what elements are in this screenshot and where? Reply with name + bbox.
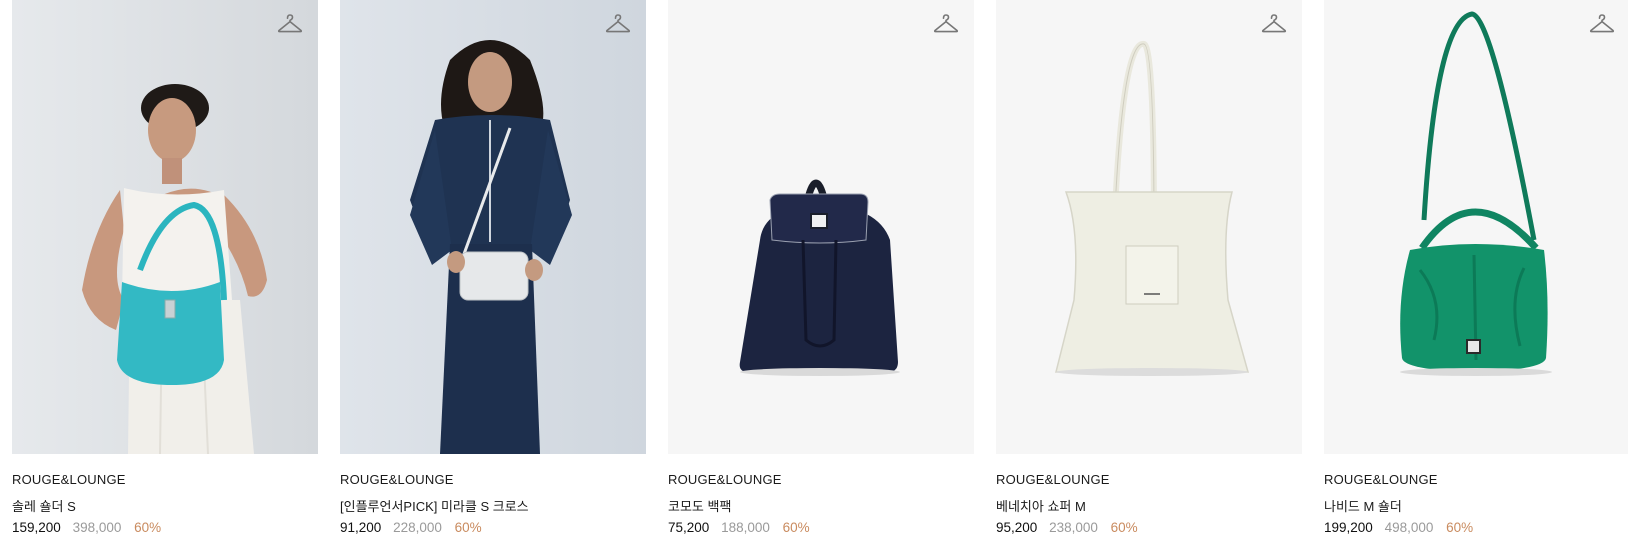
price-row: 159,200 398,000 60% <box>12 520 161 535</box>
price-row: 199,200 498,000 60% <box>1324 520 1473 535</box>
product-grid: ROUGE&LOUNGE 솔레 숄더 S 159,200 398,000 60% <box>0 0 1628 549</box>
product-image[interactable] <box>340 0 646 454</box>
product-card[interactable]: ROUGE&LOUNGE 코모도 백팩 75,200 188,000 60% <box>668 0 974 549</box>
navy-backpack-image <box>668 0 974 454</box>
product-image[interactable] <box>668 0 974 454</box>
product-name[interactable]: 솔레 숄더 S <box>12 496 76 515</box>
product-name[interactable]: 나비드 M 숄더 <box>1324 496 1402 515</box>
discount-rate: 60% <box>134 520 162 535</box>
model-gray-crossbody-image <box>340 0 646 454</box>
model-turquoise-bag-image <box>12 0 318 454</box>
product-brand[interactable]: ROUGE&LOUNGE <box>668 472 782 487</box>
product-card[interactable]: ROUGE&LOUNGE 베네치아 쇼퍼 M 95,200 238,000 60… <box>996 0 1302 549</box>
original-price: 188,000 <box>721 520 770 535</box>
discount-rate: 60% <box>1446 520 1474 535</box>
hanger-icon[interactable] <box>604 10 632 38</box>
product-brand[interactable]: ROUGE&LOUNGE <box>340 472 454 487</box>
price-row: 91,200 228,000 60% <box>340 520 482 535</box>
product-card[interactable]: ROUGE&LOUNGE [인플루언서PICK] 미라클 S 크로스 91,20… <box>340 0 646 549</box>
price-row: 95,200 238,000 60% <box>996 520 1138 535</box>
sale-price: 95,200 <box>996 520 1038 535</box>
hanger-icon[interactable] <box>932 10 960 38</box>
product-name[interactable]: [인플루언서PICK] 미라클 S 크로스 <box>340 496 529 515</box>
sale-price: 91,200 <box>340 520 382 535</box>
product-card[interactable]: ROUGE&LOUNGE 나비드 M 숄더 199,200 498,000 60… <box>1324 0 1628 549</box>
green-shoulder-bag-image <box>1324 0 1628 454</box>
ivory-tote-image <box>996 0 1302 454</box>
product-brand[interactable]: ROUGE&LOUNGE <box>12 472 126 487</box>
product-brand[interactable]: ROUGE&LOUNGE <box>996 472 1110 487</box>
product-name[interactable]: 베네치아 쇼퍼 M <box>996 496 1086 515</box>
hanger-icon[interactable] <box>276 10 304 38</box>
discount-rate: 60% <box>1110 520 1138 535</box>
hanger-icon[interactable] <box>1588 10 1616 38</box>
product-brand[interactable]: ROUGE&LOUNGE <box>1324 472 1438 487</box>
product-name[interactable]: 코모도 백팩 <box>668 496 731 515</box>
original-price: 238,000 <box>1049 520 1098 535</box>
original-price: 498,000 <box>1384 520 1434 535</box>
original-price: 398,000 <box>72 520 122 535</box>
sale-price: 75,200 <box>668 520 710 535</box>
sale-price: 199,200 <box>1324 520 1373 535</box>
price-row: 75,200 188,000 60% <box>668 520 810 535</box>
discount-rate: 60% <box>454 520 482 535</box>
discount-rate: 60% <box>782 520 810 535</box>
product-image[interactable] <box>12 0 318 454</box>
hanger-icon[interactable] <box>1260 10 1288 38</box>
original-price: 228,000 <box>393 520 442 535</box>
product-image[interactable] <box>1324 0 1628 454</box>
product-image[interactable] <box>996 0 1302 454</box>
sale-price: 159,200 <box>12 520 61 535</box>
product-card[interactable]: ROUGE&LOUNGE 솔레 숄더 S 159,200 398,000 60% <box>12 0 318 549</box>
